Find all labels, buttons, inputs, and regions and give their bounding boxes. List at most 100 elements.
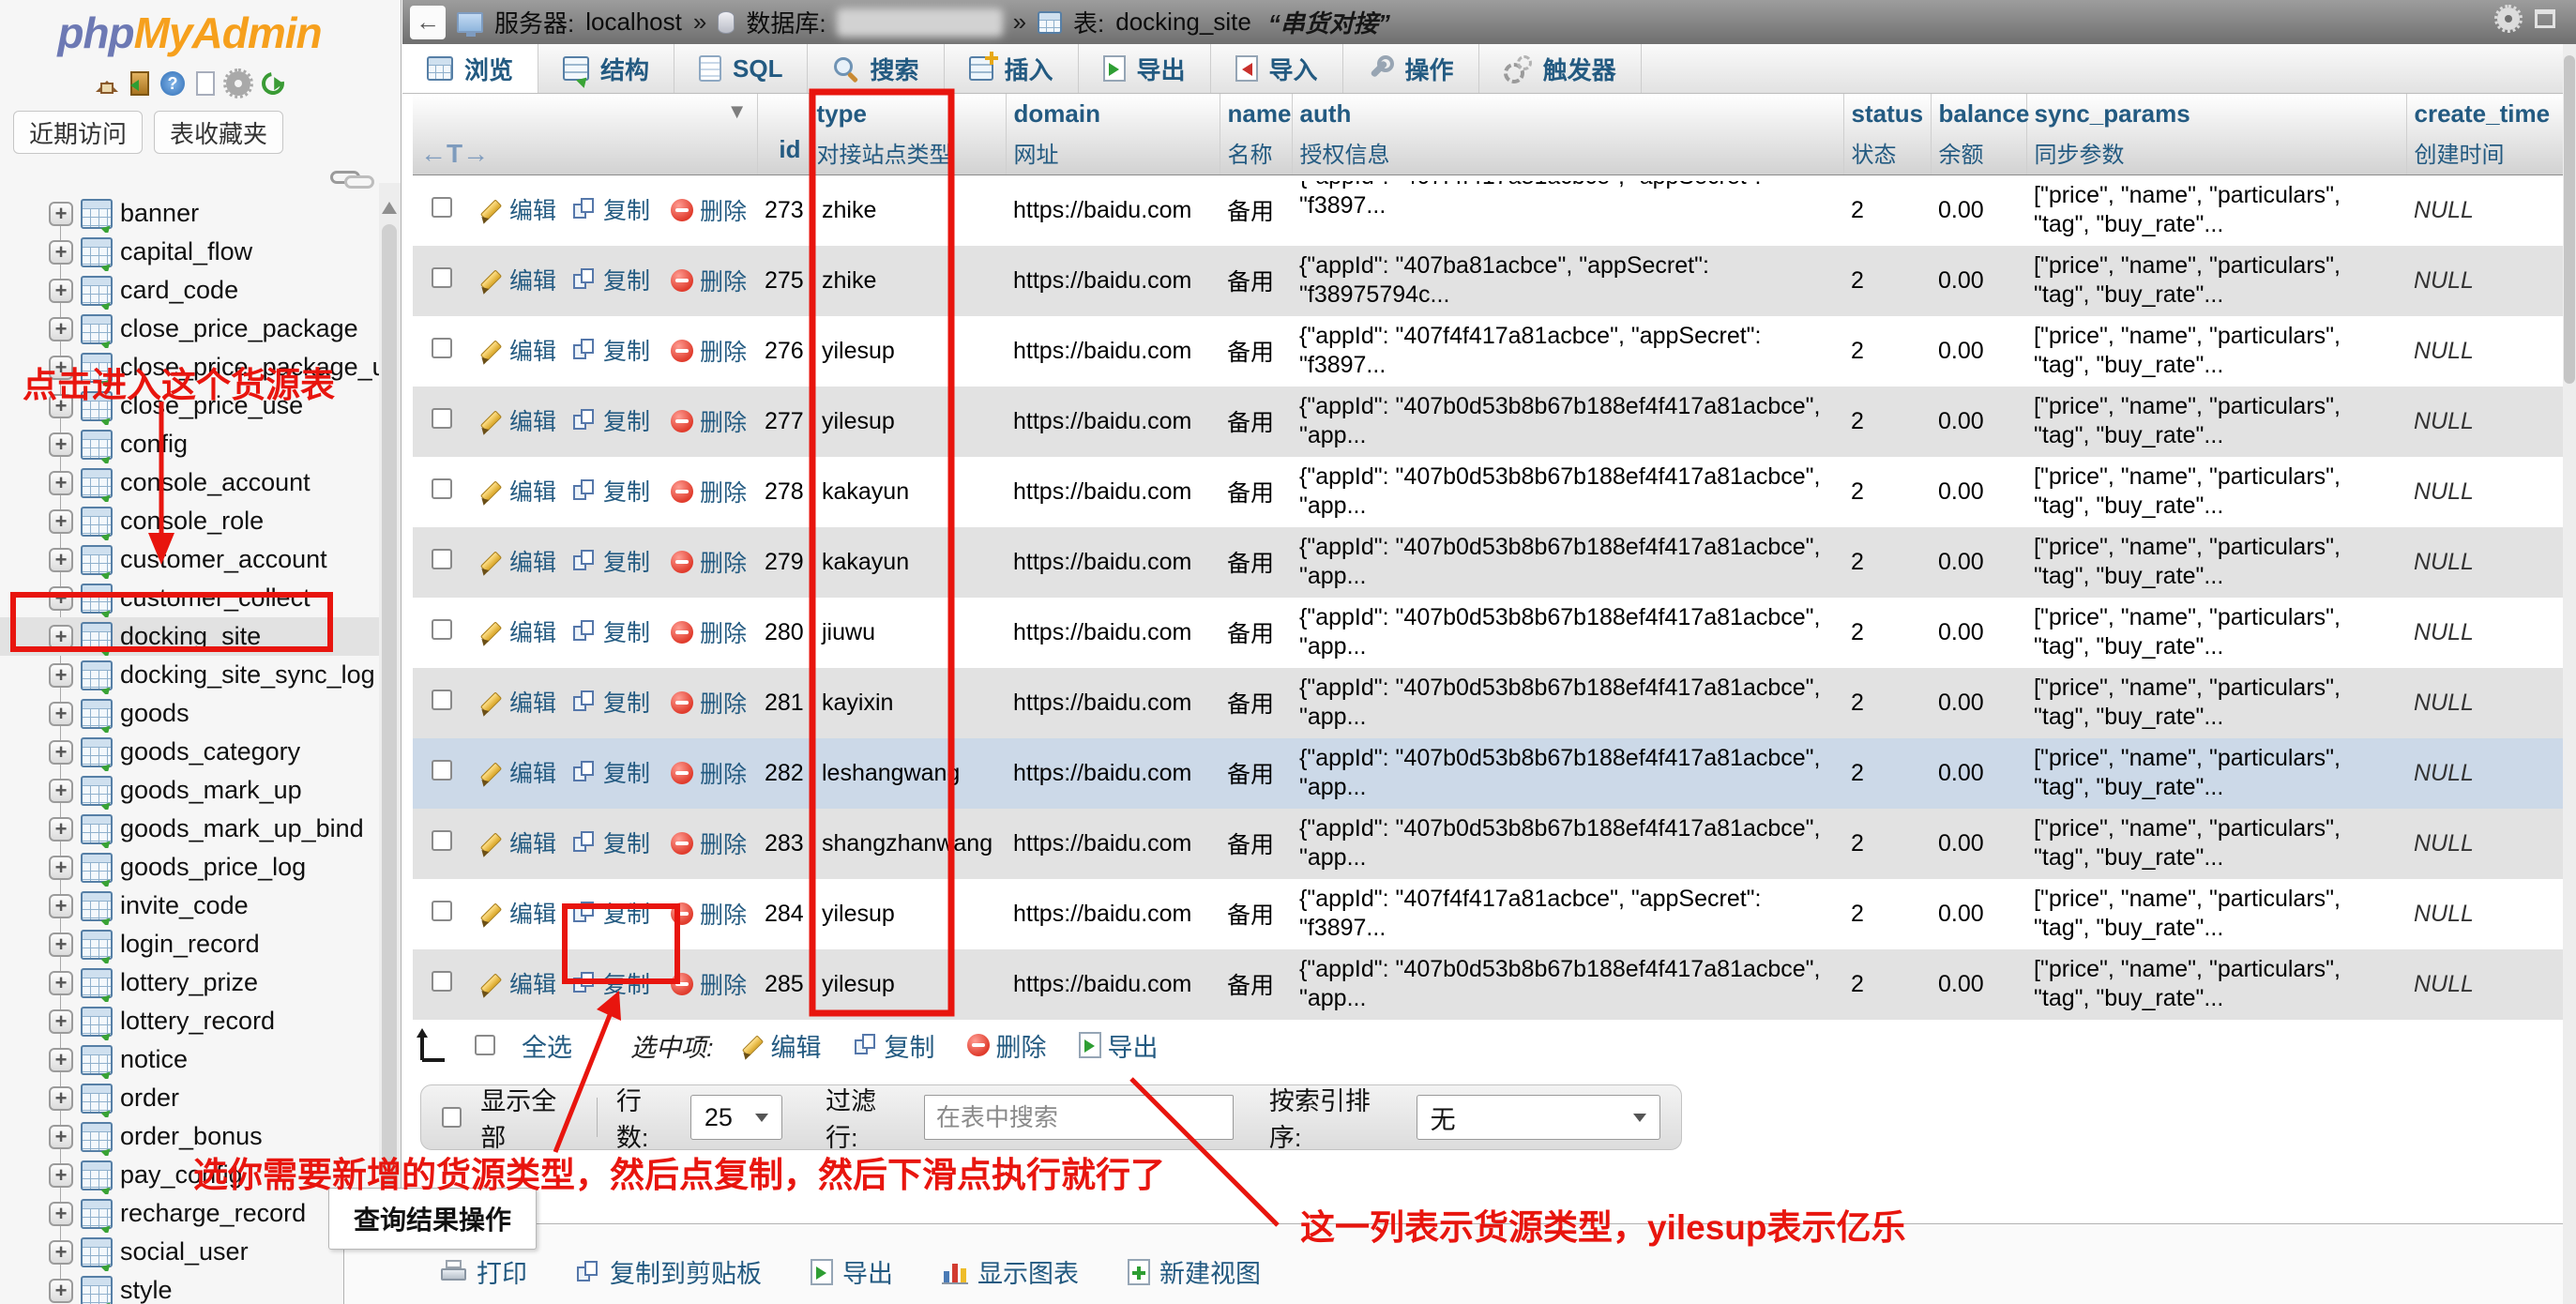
tab-insert[interactable]: 插入 xyxy=(945,44,1079,93)
copy-row-button[interactable]: 复制 xyxy=(572,263,650,296)
edit-row-button[interactable]: 编辑 xyxy=(478,474,556,508)
collapse-nav-button[interactable]: ← xyxy=(410,6,446,39)
expand-icon[interactable] xyxy=(49,1125,73,1149)
delete-row-button[interactable]: 删除 xyxy=(671,686,747,720)
table-name[interactable]: docking_site xyxy=(1115,8,1251,37)
row-checkbox[interactable] xyxy=(432,690,452,710)
main-scrollbar[interactable] xyxy=(2563,44,2576,1304)
delete-row-button[interactable]: 删除 xyxy=(671,404,747,438)
col-header-name[interactable]: name名称 xyxy=(1220,94,1292,175)
tab-export[interactable]: 导出 xyxy=(1079,44,1211,93)
sidebar-item-customer_collect[interactable]: customer_collect xyxy=(0,579,379,617)
sidebar-item-card_code[interactable]: card_code xyxy=(0,271,379,310)
copy-row-button[interactable]: 复制 xyxy=(572,403,650,437)
expand-icon[interactable] xyxy=(49,971,73,995)
sidebar-item-customer_account[interactable]: customer_account xyxy=(0,540,379,579)
expand-icon[interactable] xyxy=(49,240,73,265)
settings-icon[interactable] xyxy=(226,71,250,96)
edit-row-button[interactable]: 编辑 xyxy=(478,544,556,578)
sidebar-item-pay_config[interactable]: pay_config xyxy=(0,1156,379,1194)
expand-icon[interactable] xyxy=(49,586,73,611)
row-checkbox[interactable] xyxy=(432,338,452,358)
copy-row-button[interactable]: 复制 xyxy=(572,474,650,508)
server-name[interactable]: localhost xyxy=(585,8,682,37)
edit-row-button[interactable]: 编辑 xyxy=(478,826,556,859)
favorite-tables-tab[interactable]: 表收藏夹 xyxy=(154,111,283,154)
resultop-print-button[interactable]: 打印 xyxy=(441,1253,527,1290)
expand-icon[interactable] xyxy=(49,1279,73,1303)
sidebar-item-recharge_record[interactable]: recharge_record xyxy=(0,1194,379,1233)
sidebar-item-config[interactable]: config xyxy=(0,425,379,463)
sidebar-item-style[interactable]: style xyxy=(0,1271,379,1304)
expand-icon[interactable] xyxy=(49,509,73,534)
col-header-sync_params[interactable]: sync_params同步参数 xyxy=(2026,94,2406,175)
expand-icon[interactable] xyxy=(49,394,73,418)
sidebar-item-social_user[interactable]: social_user xyxy=(0,1233,379,1271)
col-header-domain[interactable]: domain网址 xyxy=(1006,94,1220,175)
sidebar-item-docking_site_sync_log[interactable]: docking_site_sync_log xyxy=(0,656,379,694)
expand-icon[interactable] xyxy=(49,625,73,649)
sidebar-item-invite_code[interactable]: invite_code xyxy=(0,887,379,925)
edit-row-button[interactable]: 编辑 xyxy=(478,755,556,789)
delete-row-button[interactable]: 删除 xyxy=(671,967,747,1001)
expand-icon[interactable] xyxy=(49,1163,73,1188)
edit-row-button[interactable]: 编辑 xyxy=(478,614,556,648)
selected-delete-button[interactable]: 删除 xyxy=(967,1027,1047,1064)
recent-tables-tab[interactable]: 近期访问 xyxy=(13,111,143,154)
copy-row-button[interactable]: 复制 xyxy=(572,192,650,226)
sidebar-item-login_record[interactable]: login_record xyxy=(0,925,379,963)
browse-nav-icon[interactable]: ←T→ xyxy=(420,139,489,169)
edit-row-button[interactable]: 编辑 xyxy=(478,403,556,437)
expand-icon[interactable] xyxy=(49,432,73,457)
sidebar-item-console_account[interactable]: console_account xyxy=(0,463,379,502)
sidebar-item-goods[interactable]: goods xyxy=(0,694,379,733)
edit-row-button[interactable]: 编辑 xyxy=(478,896,556,930)
row-checkbox[interactable] xyxy=(432,197,452,218)
expand-icon[interactable] xyxy=(49,702,73,726)
sidebar-item-goods_mark_up[interactable]: goods_mark_up xyxy=(0,771,379,810)
row-checkbox[interactable] xyxy=(432,549,452,569)
link-icon[interactable] xyxy=(330,171,360,184)
expand-icon[interactable] xyxy=(49,740,73,765)
fullscreen-icon[interactable] xyxy=(2535,9,2555,28)
sort-options-icon[interactable]: ▼ xyxy=(727,99,748,124)
col-header-create_time[interactable]: create_time创建时间 xyxy=(2406,94,2570,175)
expand-icon[interactable] xyxy=(49,1048,73,1072)
copy-row-button[interactable]: 复制 xyxy=(572,333,650,367)
expand-icon[interactable] xyxy=(49,202,73,226)
resultop-chart-button[interactable]: 显示图表 xyxy=(942,1253,1079,1290)
edit-row-button[interactable]: 编辑 xyxy=(478,333,556,367)
row-checkbox[interactable] xyxy=(432,901,452,921)
tab-structure[interactable]: 结构 xyxy=(538,44,674,93)
show-all-checkbox[interactable] xyxy=(442,1107,462,1128)
main-scrollbar-thumb[interactable] xyxy=(2564,55,2575,384)
delete-row-button[interactable]: 删除 xyxy=(671,615,747,649)
tab-browse[interactable]: 浏览 xyxy=(402,44,538,93)
scroll-up-icon[interactable] xyxy=(382,194,397,214)
delete-row-button[interactable]: 删除 xyxy=(671,897,747,931)
filter-input[interactable] xyxy=(924,1095,1234,1140)
expand-icon[interactable] xyxy=(49,817,73,842)
selected-export-button[interactable]: 导出 xyxy=(1079,1027,1159,1064)
col-header-auth[interactable]: auth授权信息 xyxy=(1292,94,1843,175)
rows-count-select[interactable]: 25 xyxy=(690,1095,782,1140)
expand-icon[interactable] xyxy=(49,894,73,918)
sidebar-item-docking_site[interactable]: docking_site xyxy=(0,617,379,656)
check-all-label[interactable]: 全选 xyxy=(522,1027,572,1064)
row-checkbox[interactable] xyxy=(432,760,452,781)
expand-icon[interactable] xyxy=(49,856,73,880)
sidebar-scrollbar[interactable] xyxy=(379,183,401,1304)
copy-row-button[interactable]: 复制 xyxy=(572,826,650,859)
sidebar-item-lottery_record[interactable]: lottery_record xyxy=(0,1002,379,1040)
show-all-label[interactable]: 显示全部 xyxy=(480,1081,578,1154)
docs-icon[interactable] xyxy=(196,71,215,96)
row-checkbox[interactable] xyxy=(432,267,452,288)
delete-row-button[interactable]: 删除 xyxy=(671,545,747,579)
sidebar-item-order[interactable]: order xyxy=(0,1079,379,1117)
edit-row-button[interactable]: 编辑 xyxy=(478,192,556,226)
sidebar-item-close_price_package_use[interactable]: close_price_package_use xyxy=(0,348,379,387)
delete-row-button[interactable]: 删除 xyxy=(671,334,747,368)
expand-icon[interactable] xyxy=(49,548,73,572)
expand-icon[interactable] xyxy=(49,1086,73,1111)
copy-row-button[interactable]: 复制 xyxy=(572,896,650,930)
